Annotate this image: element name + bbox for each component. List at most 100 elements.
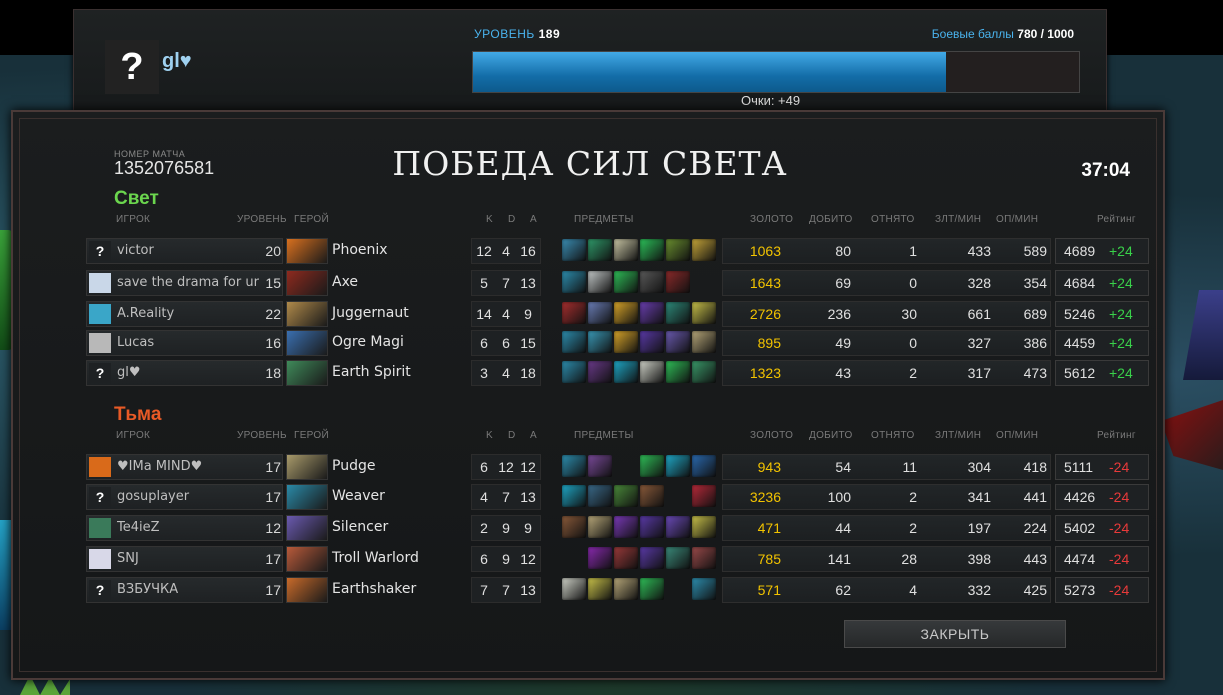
player-cell[interactable]: Te4ieZ 12 xyxy=(86,515,283,541)
player-cell[interactable]: ♥IMa MIND♥ 17 xyxy=(86,454,283,480)
close-button[interactable]: ЗАКРЫТЬ xyxy=(844,620,1066,648)
item-icon[interactable] xyxy=(614,271,638,293)
item-icon[interactable] xyxy=(614,485,638,507)
player-avatar[interactable]: ? xyxy=(89,580,111,600)
item-icon[interactable] xyxy=(640,239,664,261)
player-name[interactable]: gl♥ xyxy=(117,365,262,380)
item-icon[interactable] xyxy=(640,302,664,324)
item-icon[interactable] xyxy=(666,455,690,477)
item-icon[interactable] xyxy=(614,578,638,600)
item-icon[interactable] xyxy=(588,485,612,507)
player-cell[interactable]: ? gosuplayer 17 xyxy=(86,484,283,510)
item-icon[interactable] xyxy=(692,239,716,261)
item-icon[interactable] xyxy=(666,361,690,383)
item-icon[interactable] xyxy=(614,331,638,353)
player-cell[interactable]: ? victor 20 xyxy=(86,238,283,264)
player-name[interactable]: SNJ xyxy=(117,551,262,566)
item-icon[interactable] xyxy=(588,331,612,353)
item-icon[interactable] xyxy=(562,271,586,293)
hero-portrait[interactable] xyxy=(286,270,328,296)
hero-portrait[interactable] xyxy=(286,238,328,264)
item-icon[interactable] xyxy=(562,455,586,477)
item-icon[interactable] xyxy=(588,361,612,383)
item-icon[interactable] xyxy=(562,516,586,538)
player-name[interactable]: Lucas xyxy=(117,335,262,350)
item-icon[interactable] xyxy=(588,578,612,600)
item-icon[interactable] xyxy=(640,578,664,600)
player-row[interactable]: ? victor 20 Phoenix 12 4 16 1063 80 1 433 589 4689 +2… xyxy=(86,238,1149,264)
item-icon[interactable] xyxy=(692,361,716,383)
hero-portrait[interactable] xyxy=(286,484,328,510)
item-icon[interactable] xyxy=(666,547,690,569)
hero-portrait[interactable] xyxy=(286,577,328,603)
player-row[interactable]: ? gl♥ 18 Earth Spirit 3 4 18 1323 43 2 317 473 5612 +… xyxy=(86,360,1149,386)
item-icon[interactable] xyxy=(562,361,586,383)
hero-portrait[interactable] xyxy=(286,330,328,356)
item-icon[interactable] xyxy=(588,239,612,261)
player-row[interactable]: SNJ 17 Troll Warlord 6 9 12 785 141 28 398 443 4474… xyxy=(86,546,1149,572)
player-name[interactable]: save the drama for ur mom xyxy=(117,275,262,290)
item-icon[interactable] xyxy=(692,331,716,353)
item-icon[interactable] xyxy=(562,239,586,261)
item-icon[interactable] xyxy=(640,361,664,383)
item-icon[interactable] xyxy=(588,455,612,477)
item-icon[interactable] xyxy=(588,516,612,538)
player-avatar[interactable] xyxy=(89,304,111,324)
player-cell[interactable]: SNJ 17 xyxy=(86,546,283,572)
hero-portrait[interactable] xyxy=(286,360,328,386)
item-icon[interactable] xyxy=(640,516,664,538)
player-name[interactable]: ВЗБУЧКА xyxy=(117,582,262,597)
item-icon[interactable] xyxy=(640,331,664,353)
player-name[interactable]: gosuplayer xyxy=(117,489,262,504)
item-icon[interactable] xyxy=(666,239,690,261)
item-icon[interactable] xyxy=(692,302,716,324)
player-row[interactable]: Te4ieZ 12 Silencer 2 9 9 471 44 2 197 224 5402 -24 xyxy=(86,515,1149,541)
player-name[interactable]: Te4ieZ xyxy=(117,520,262,535)
player-avatar[interactable] xyxy=(89,549,111,569)
player-avatar[interactable]: ? xyxy=(89,363,111,383)
player-name[interactable]: A.Reality xyxy=(117,306,262,321)
player-cell[interactable]: Lucas 16 xyxy=(86,330,283,356)
player-cell[interactable]: save the drama for ur mom15 xyxy=(86,270,283,296)
item-icon[interactable] xyxy=(562,331,586,353)
player-name[interactable]: victor xyxy=(117,243,262,258)
player-row[interactable]: A.Reality 22 Juggernaut 14 4 9 2726 236 30 661 689… xyxy=(86,301,1149,327)
hero-portrait[interactable] xyxy=(286,546,328,572)
item-icon[interactable] xyxy=(640,485,664,507)
player-row[interactable]: ♥IMa MIND♥ 17 Pudge 6 12 12 943 54 11 304 418 5111-… xyxy=(86,454,1149,480)
item-icon[interactable] xyxy=(614,516,638,538)
player-row[interactable]: save the drama for ur mom15 Axe 57 13 1643 69… xyxy=(86,270,1149,296)
item-icon[interactable] xyxy=(562,578,586,600)
player-avatar[interactable] xyxy=(89,333,111,353)
item-icon[interactable] xyxy=(562,485,586,507)
item-icon[interactable] xyxy=(614,547,638,569)
item-icon[interactable] xyxy=(640,271,664,293)
item-icon[interactable] xyxy=(562,302,586,324)
player-row[interactable]: ? gosuplayer 17 Weaver 4 7 13 3236 100 2 341 441 442… xyxy=(86,484,1149,510)
player-name[interactable]: ♥IMa MIND♥ xyxy=(117,459,262,474)
player-row[interactable]: ? ВЗБУЧКА 17 Earthshaker 7 7 13 571 62 4 332 425 527… xyxy=(86,577,1149,603)
player-row[interactable]: Lucas 16 Ogre Magi 6 6 15 895 49 0 327 386 4459 +24 xyxy=(86,330,1149,356)
item-icon[interactable] xyxy=(614,361,638,383)
item-icon[interactable] xyxy=(666,271,690,293)
player-avatar[interactable] xyxy=(89,273,111,293)
item-icon[interactable] xyxy=(692,516,716,538)
player-cell[interactable]: ? ВЗБУЧКА 17 xyxy=(86,577,283,603)
hero-portrait[interactable] xyxy=(286,301,328,327)
player-avatar[interactable]: ? xyxy=(89,487,111,507)
player-cell[interactable]: A.Reality 22 xyxy=(86,301,283,327)
profile-avatar[interactable]: ? xyxy=(105,40,159,94)
item-icon[interactable] xyxy=(666,516,690,538)
item-icon[interactable] xyxy=(692,578,716,600)
item-icon[interactable] xyxy=(666,302,690,324)
hero-portrait[interactable] xyxy=(286,515,328,541)
item-icon[interactable] xyxy=(614,302,638,324)
player-cell[interactable]: ? gl♥ 18 xyxy=(86,360,283,386)
item-icon[interactable] xyxy=(640,455,664,477)
player-avatar[interactable] xyxy=(89,518,111,538)
item-icon[interactable] xyxy=(588,271,612,293)
item-icon[interactable] xyxy=(692,455,716,477)
item-icon[interactable] xyxy=(614,239,638,261)
item-icon[interactable] xyxy=(588,302,612,324)
item-icon[interactable] xyxy=(588,547,612,569)
